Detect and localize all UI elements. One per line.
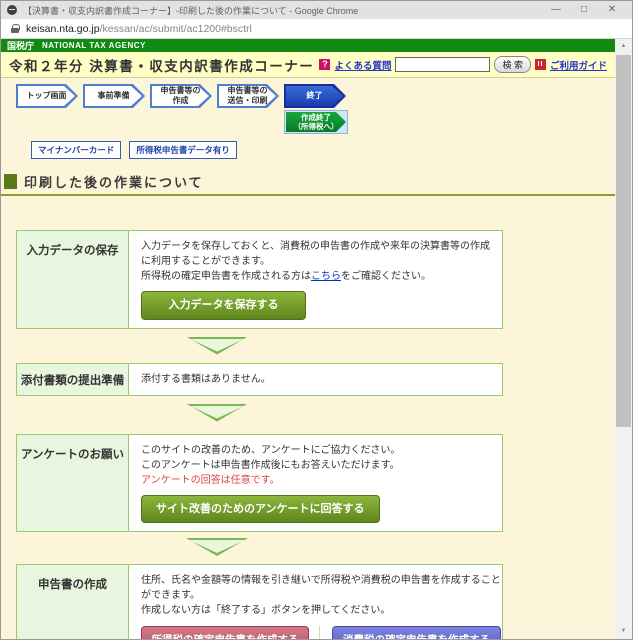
section-title: 申告書の作成: [17, 565, 129, 639]
page-favicon-globe-icon: [7, 5, 17, 15]
filing-section: 申告書の作成 住所、氏名や金額等の情報を引き継いで所得税や消費税の申告書を作成す…: [16, 564, 503, 639]
header-tools: ? よくある質問 検 索 II ご利用ガイド: [319, 56, 607, 73]
step-finish-current[interactable]: 終了: [284, 84, 346, 108]
save-input-data-button[interactable]: 入力データを保存する: [141, 291, 306, 320]
triangle-face: [189, 338, 245, 352]
mynumber-card-badge: マイナンバーカード: [31, 141, 122, 159]
faq-link[interactable]: よくある質問: [334, 58, 391, 72]
survey-answer-button[interactable]: サイト改善のためのアンケートに回答する: [141, 494, 380, 523]
step-label: 申告書等の 作成: [152, 86, 209, 106]
lock-icon: [11, 24, 20, 33]
step-create-return[interactable]: 申告書等の 作成: [150, 84, 212, 108]
step-label: 事前準備: [85, 86, 142, 106]
section-content: 添付する書類はありません。: [129, 364, 502, 395]
agency-name-jp: 国税庁: [7, 41, 35, 51]
scroll-down-arrow-icon[interactable]: ▼: [615, 624, 632, 639]
scroll-up-arrow-icon[interactable]: ▲: [615, 39, 632, 54]
status-badges: マイナンバーカード 所得税申告書データ有り: [31, 141, 615, 159]
survey-section: アンケートのお願い このサイトの改善のため、アンケートにご協力ください。 このア…: [16, 433, 503, 532]
maximize-button[interactable]: □: [570, 1, 598, 19]
window-controls: — □ ✕: [542, 1, 626, 19]
triangle-face: [189, 540, 245, 553]
down-triangle-separator: [186, 538, 248, 556]
guide-book-icon: II: [534, 59, 546, 70]
step-send-print[interactable]: 申告書等の 送信・印刷: [217, 84, 279, 108]
survey-desc-line2: このアンケートは申告書作成後にもお答えいただけます。: [141, 459, 400, 471]
agency-name-en: NATIONAL TAX AGENCY: [42, 41, 146, 50]
heading-marker: [4, 174, 17, 189]
income-tax-data-badge: 所得税申告書データ有り: [129, 141, 237, 159]
attachment-section: 添付書類の提出準備 添付する書類はありません。: [16, 362, 503, 396]
window-titlebar: 【決算書・収支内訳書作成コーナー】-印刷した後の作業について - Google …: [1, 1, 632, 19]
save-desc-text: 所得税の確定申告書を作成される方は: [141, 271, 311, 282]
nta-agency-bar: 国税庁 NATIONAL TAX AGENCY: [1, 39, 615, 52]
minimize-button[interactable]: —: [542, 1, 570, 19]
close-button[interactable]: ✕: [598, 1, 626, 19]
save-desc-text: をご確認ください。: [341, 271, 431, 282]
browser-window: 【決算書・収支内訳書作成コーナー】-印刷した後の作業について - Google …: [0, 0, 633, 640]
page-body: 国税庁 NATIONAL TAX AGENCY 令和２年分 決算書・収支内訳書作…: [1, 39, 632, 639]
search-input[interactable]: [395, 57, 491, 72]
section-content: 住所、氏名や金額等の情報を引き継いで所得税や消費税の申告書を作成することができま…: [129, 565, 513, 639]
step-top-screen[interactable]: トップ画面: [16, 84, 78, 108]
finish-label-line: 作成終了: [301, 112, 331, 122]
page-title: 印刷した後の作業について: [24, 175, 204, 190]
triangle-face: [189, 405, 245, 419]
down-triangle-separator: [186, 336, 248, 355]
income-tax-column: 所得税の確定申告書を作成する 決算書・収支内訳書データは、所得税及び復興特別所得…: [141, 626, 319, 639]
step-label-line: 事前準備: [97, 91, 130, 101]
step-label: 終了: [286, 86, 343, 106]
address-bar[interactable]: keisan.nta.go.jp /kessan/ac/submit/ac120…: [1, 19, 632, 39]
filing-columns: 所得税の確定申告書を作成する 決算書・収支内訳書データは、所得税及び復興特別所得…: [141, 626, 501, 639]
step-navigation: トップ画面 事前準備 申告書等の 作成 申告書等の 送信・印刷 終了 作成終了 …: [16, 84, 615, 134]
create-income-tax-return-button[interactable]: 所得税の確定申告書を作成する: [141, 626, 309, 639]
vertical-scrollbar[interactable]: ▲ ▼: [615, 39, 632, 639]
search-button[interactable]: 検 索: [494, 56, 531, 73]
url-domain: keisan.nta.go.jp: [26, 22, 100, 35]
section-title: 添付書類の提出準備: [17, 363, 129, 395]
step-label-line: 申告書等の: [227, 86, 268, 96]
step-label: 申告書等の 送信・印刷: [219, 86, 276, 106]
window-title: 【決算書・収支内訳書作成コーナー】-印刷した後の作業について - Google …: [23, 5, 359, 16]
step-label-line: トップ画面: [26, 91, 67, 101]
question-icon: ?: [319, 59, 331, 70]
step-label-line: 終了: [306, 91, 323, 101]
url-path: /kessan/ac/submit/ac1200#bsctrl: [99, 22, 252, 35]
create-consumption-tax-return-button[interactable]: 消費税の確定申告書を作成する: [332, 626, 501, 639]
save-desc-line2: 所得税の確定申告書を作成される方はこちらをご確認ください。: [141, 269, 490, 284]
down-triangle-separator: [186, 403, 248, 422]
user-guide-link[interactable]: ご利用ガイド: [550, 58, 607, 72]
section-title: アンケートのお願い: [17, 434, 129, 531]
finish-arrow-face: 作成終了 （所得税へ）: [286, 112, 346, 132]
attach-desc: 添付する書類はありません。: [141, 373, 271, 385]
section-content: 入力データを保存しておくと、消費税の申告書の作成や来年の決算書等の作成に利用する…: [129, 231, 502, 328]
filing-desc-line1: 住所、氏名や金額等の情報を引き継いで所得税や消費税の申告書を作成することができま…: [141, 575, 501, 601]
save-data-section: 入力データの保存 入力データを保存しておくと、消費税の申告書の作成や来年の決算書…: [16, 230, 503, 329]
step-preparation[interactable]: 事前準備: [83, 84, 145, 108]
section-title: 入力データの保存: [17, 231, 129, 328]
finish-to-income-tax-arrow[interactable]: 作成終了 （所得税へ）: [284, 110, 348, 134]
survey-desc-line1: このサイトの改善のため、アンケートにご協力ください。: [141, 444, 401, 456]
step-label: トップ画面: [18, 86, 75, 106]
site-title: 令和２年分 決算書・収支内訳書作成コーナー: [9, 58, 315, 74]
kochira-link[interactable]: こちら: [311, 271, 341, 282]
save-desc-line1: 入力データを保存しておくと、消費税の申告書の作成や来年の決算書等の作成に利用する…: [141, 241, 490, 267]
filing-desc-line2: 作成しない方は「終了する」ボタンを押してください。: [141, 605, 391, 616]
site-header: 令和２年分 決算書・収支内訳書作成コーナー ? よくある質問 検 索 II ご利…: [1, 52, 615, 78]
page-heading: 印刷した後の作業について: [1, 172, 615, 196]
scrollbar-thumb[interactable]: [616, 55, 631, 427]
step-label-line: 申告書等の: [160, 86, 201, 96]
step-label-line: 送信・印刷: [227, 96, 268, 105]
section-content: このサイトの改善のため、アンケートにご協力ください。 このアンケートは申告書作成…: [129, 435, 502, 532]
survey-optional-note: アンケートの回答は任意です。: [141, 474, 280, 486]
consumption-tax-column: 消費税の確定申告書を作成する 消費税の確定申告書作成前に、必ず入力データの保存を…: [319, 626, 501, 639]
finish-label-line: （所得税へ）: [293, 122, 339, 131]
step-label-line: 作成: [172, 96, 189, 105]
